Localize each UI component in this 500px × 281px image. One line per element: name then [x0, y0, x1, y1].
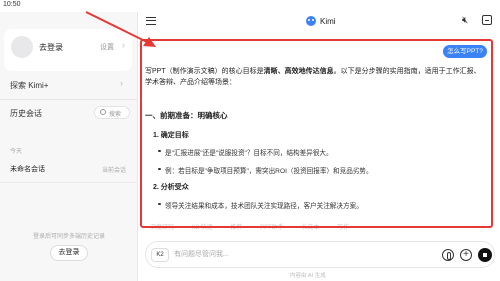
message-composer: K2 有问题尽管问我... +	[145, 241, 495, 268]
divider	[0, 99, 138, 100]
sidebar: 去登录 设置 › 探索 Kimi+ › 历史会话 搜索 今天 未命名会话 当前会…	[0, 12, 138, 281]
history-item-title[interactable]: 未命名会话	[10, 164, 45, 174]
status-time: 10:50	[3, 1, 21, 8]
status-bar: 10:50	[0, 0, 500, 12]
chevron-right-icon: ›	[120, 78, 123, 88]
model-chip[interactable]: K2	[151, 248, 169, 262]
kimi-logo-icon	[306, 16, 316, 26]
login-button[interactable]: 去登录	[50, 245, 88, 261]
search-label: 搜索	[109, 112, 122, 118]
divider	[0, 182, 138, 183]
user-card[interactable]: 去登录 设置 ›	[4, 29, 132, 71]
annotation-highlight-box	[140, 39, 493, 228]
chevron-right-icon: ›	[122, 40, 125, 50]
history-search-button[interactable]: 搜索	[94, 106, 130, 119]
history-title: 历史会话	[10, 109, 42, 118]
app-title: Kimi	[320, 17, 336, 26]
avatar	[11, 36, 33, 58]
explore-kimi-plus[interactable]: 探索 Kimi+	[10, 80, 48, 91]
settings-link[interactable]: 设置	[100, 42, 114, 52]
footer-note: 内容由 AI 生成	[290, 273, 326, 279]
login-link[interactable]: 去登录	[39, 42, 63, 53]
new-chat-icon[interactable]	[482, 15, 492, 25]
history-item-status: 当前会话	[102, 168, 127, 174]
send-button[interactable]	[478, 248, 492, 262]
plus-icon[interactable]: +	[460, 249, 472, 261]
menu-icon[interactable]	[146, 17, 156, 25]
login-hint: 登录后可同步多端历史记录	[32, 234, 105, 240]
search-icon	[100, 109, 106, 115]
attachment-icon[interactable]	[442, 249, 454, 261]
today-label: 今天	[10, 149, 23, 155]
message-input[interactable]: 有问题尽管问我...	[174, 249, 229, 259]
speaker-mute-icon[interactable]: 🔇︎	[462, 15, 468, 26]
